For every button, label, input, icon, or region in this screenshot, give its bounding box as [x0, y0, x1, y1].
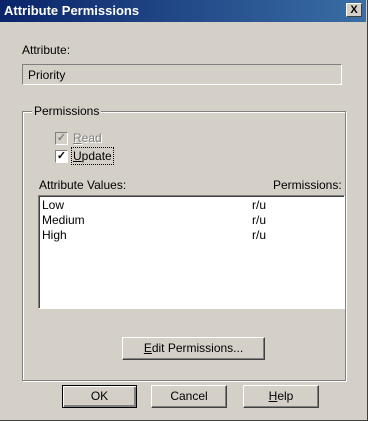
- ok-button[interactable]: OK: [62, 385, 137, 408]
- close-icon: X: [350, 4, 358, 16]
- cancel-button[interactable]: Cancel: [151, 385, 227, 408]
- read-checkbox: ✓: [55, 132, 68, 145]
- permissions-group-title: Permissions: [32, 104, 102, 118]
- edit-permissions-button[interactable]: Edit Permissions...: [122, 337, 265, 360]
- edit-permissions-label: dit Permissions...: [151, 341, 244, 355]
- check-icon: ✓: [56, 132, 67, 144]
- update-label[interactable]: Update: [71, 147, 114, 165]
- list-item-perm[interactable]: r/u: [252, 199, 266, 211]
- update-label-accel: U: [73, 149, 82, 163]
- close-button[interactable]: X: [346, 3, 362, 17]
- attribute-values-list[interactable]: Low r/u Medium r/u High r/u: [38, 195, 345, 309]
- update-checkbox[interactable]: ✓: [55, 150, 68, 163]
- read-label: Read: [73, 131, 102, 145]
- attribute-permissions-dialog: Attribute Permissions X Attribute: Prior…: [0, 0, 368, 421]
- edit-permissions-accel: E: [143, 341, 152, 355]
- list-item-value[interactable]: Low: [42, 199, 64, 211]
- list-item-perm[interactable]: r/u: [252, 214, 266, 226]
- check-icon: ✓: [56, 150, 67, 162]
- update-label-rest: pdate: [81, 149, 112, 163]
- title-bar: Attribute Permissions X: [0, 0, 366, 22]
- permissions-header: Permissions:: [273, 178, 342, 192]
- attribute-field: Priority: [22, 64, 342, 85]
- read-label-accel: R: [73, 131, 82, 145]
- read-label-rest: ead: [81, 131, 102, 145]
- list-item-value[interactable]: Medium: [42, 214, 85, 226]
- help-button[interactable]: Help: [243, 385, 319, 408]
- list-item-perm[interactable]: r/u: [252, 229, 266, 241]
- list-item-value[interactable]: High: [42, 229, 67, 241]
- help-label: elp: [277, 389, 294, 403]
- attribute-values-header: Attribute Values:: [39, 178, 127, 192]
- window-title: Attribute Permissions: [4, 3, 140, 18]
- attribute-label: Attribute:: [22, 43, 71, 57]
